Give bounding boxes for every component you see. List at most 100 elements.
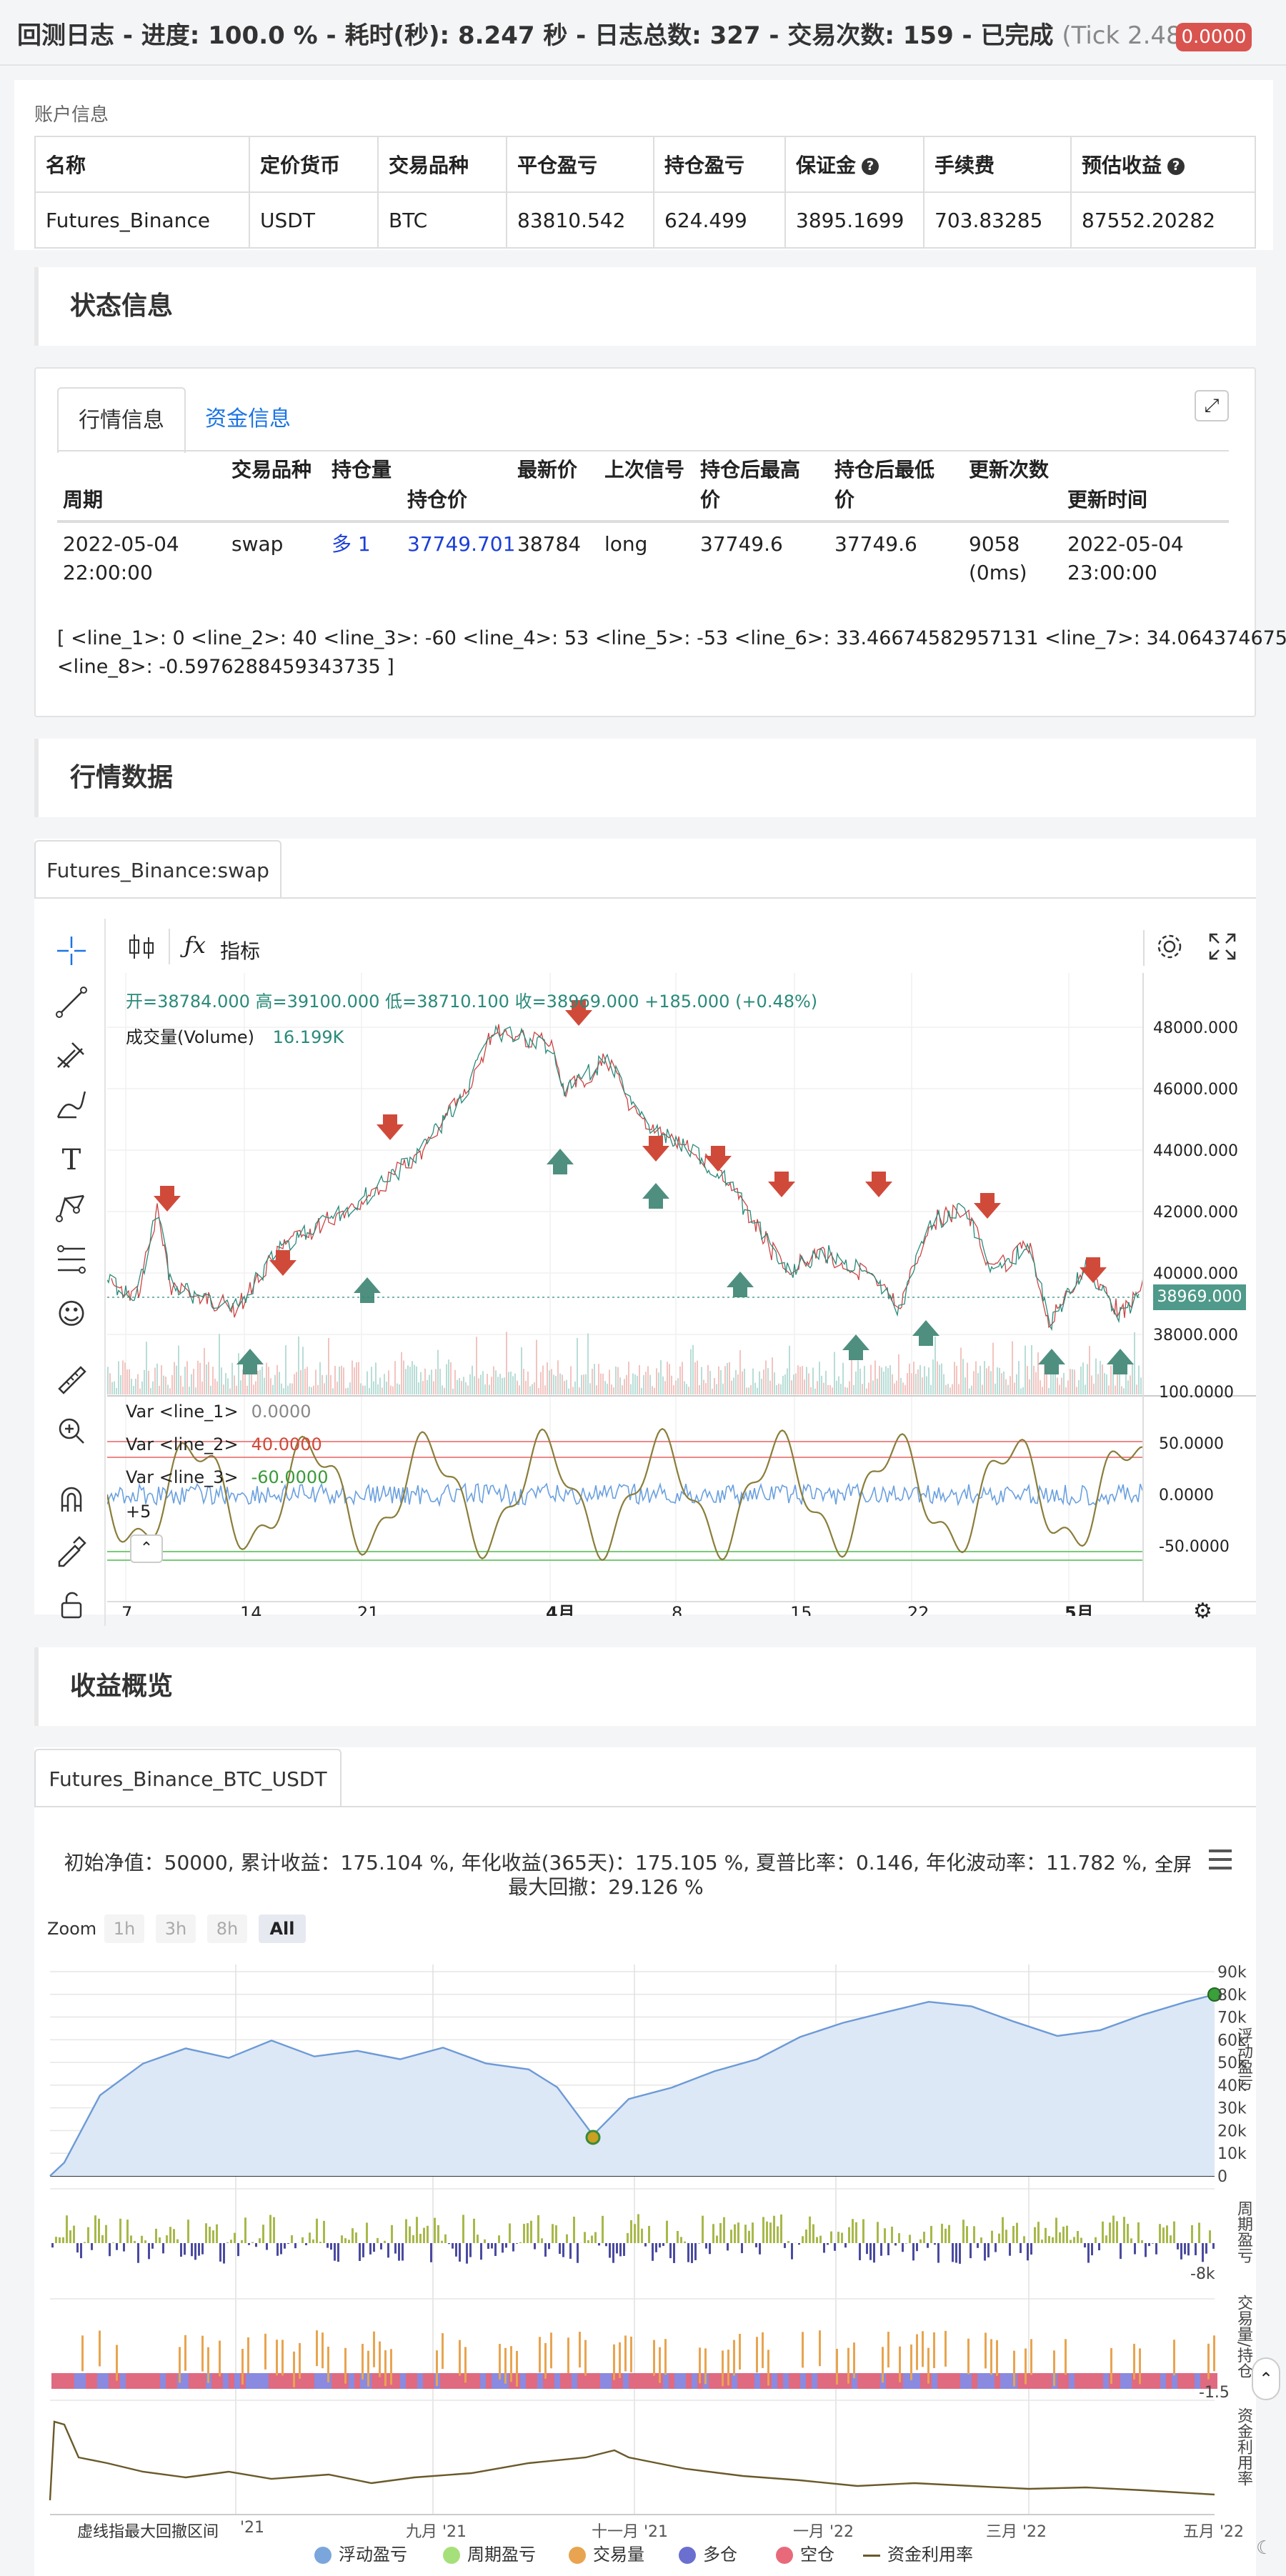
legend-long[interactable]: 多仓 [679,2540,737,2565]
position-bar [1177,2373,1183,2389]
fullscreen-button[interactable]: 全屏 [1155,1850,1192,1877]
volume-bar [759,1371,760,1394]
legend-floating-pnl[interactable]: 浮动盈亏 [314,2540,407,2565]
unlock-icon[interactable] [43,1587,100,1630]
volume-bar [182,1387,184,1394]
position-bar [760,2373,766,2389]
scroll-handle-icon[interactable]: ⌃ [1252,2357,1280,2400]
period-pnl-bar [387,2243,389,2258]
volume-bar [347,1387,349,1394]
pitchfork-icon[interactable] [43,1036,100,1079]
legend-trade-volume[interactable]: 交易量 [569,2540,644,2565]
period-pnl-bar [1195,2243,1197,2256]
volume-bar [255,1381,256,1394]
volume-bar [328,1338,329,1394]
tab-profit-symbol[interactable]: Futures_Binance_BTC_USDT [34,1749,342,1807]
volume-bar [926,1376,927,1394]
volume-bar [214,1378,216,1394]
period-pnl-bar [291,2235,293,2243]
period-pnl-bar [1048,2236,1050,2243]
lock-drawing-icon[interactable] [43,1533,100,1576]
volume-bar [1063,1372,1065,1394]
indicator-button[interactable]: 指标 [220,936,260,964]
trade-volume-bar [922,2331,924,2367]
volume-bar [474,1376,475,1394]
magnet-icon[interactable] [43,1482,100,1524]
time-settings-gear-icon[interactable]: ⚙ [1193,1599,1212,1624]
period-pnl-bar [566,2234,568,2243]
trade-volume-bar [247,2337,249,2373]
trade-volume-bar [436,2350,438,2387]
zoom-all-button[interactable]: All [259,1914,306,1943]
text-tool-icon[interactable]: T [43,1139,100,1182]
header-closed-pnl: 平仓盈亏 [506,136,654,193]
volume-bar [1025,1345,1026,1394]
zoom-in-icon[interactable] [43,1413,100,1456]
settings-gear-icon[interactable] [1153,930,1186,966]
tab-market-info[interactable]: 行情信息 [57,387,186,453]
period-pnl-bar [1187,2243,1190,2256]
cell-high-after: 37749.6 [700,532,783,556]
volume-bar [562,1374,563,1394]
help-icon[interactable]: ? [1167,158,1185,175]
volume-bar [566,1379,567,1394]
emoji-icon[interactable]: ☺ [43,1293,100,1336]
help-icon[interactable]: ? [862,158,879,175]
legend-short[interactable]: 空仓 [776,2540,834,2565]
fib-icon[interactable] [43,1242,100,1284]
period-pnl-bar [101,2235,104,2243]
more-indicators-count[interactable]: +5 [126,1502,151,1522]
indicator-fx-icon[interactable]: ƒx [184,932,206,959]
dark-mode-icon[interactable]: ☾ [1256,2537,1272,2559]
fullscreen-icon[interactable] [1207,932,1237,964]
expand-icon[interactable]: ⤢ [1195,390,1229,421]
tab-market-symbol[interactable]: Futures_Binance:swap [34,840,281,899]
position-bar [829,2373,834,2389]
period-pnl-bar [459,2243,461,2262]
collapse-legend-icon[interactable]: ⌃ [130,1534,163,1563]
max-drawdown-marker[interactable] [585,2130,601,2145]
position-bar [1143,2373,1149,2389]
zoom-3h-button[interactable]: 3h [156,1914,196,1943]
volume-bar [129,1369,130,1394]
position-bar [1046,2373,1052,2389]
zoom-8h-button[interactable]: 8h [207,1914,247,1943]
period-pnl-bar [759,2243,761,2255]
volume-bar [448,1359,449,1394]
period-pnl-bar [1134,2243,1136,2255]
period-pnl-bar [648,2225,650,2243]
legend-period-pnl[interactable]: 周期盈亏 [443,2540,536,2565]
menu-icon[interactable] [1207,1847,1233,1874]
volume-bar [236,1385,237,1394]
period-pnl-bar [334,2243,336,2261]
brush-icon[interactable] [43,1087,100,1130]
profit-charts[interactable]: 90k80k70k60k50k40k30k20k10k0-8k-1.5 [43,1957,1257,2572]
volume-bar [754,1382,756,1394]
trade-volume-bar [613,2344,615,2380]
legend-fund-util[interactable]: 资金利用率 [863,2540,973,2565]
period-pnl-bar [927,2243,929,2248]
crosshair-icon[interactable] [43,933,100,976]
position-bar [1029,2373,1035,2389]
tab-fund-info[interactable]: 资金信息 [194,387,301,451]
volume-bar [604,1381,606,1394]
candlestick-chart[interactable]: 48000.000 46000.000 44000.000 42000.000 4000… [107,973,1256,1616]
period-pnl-bar [773,2215,775,2243]
cell-updates: 9058 [969,532,1020,556]
volume-bar [457,1379,458,1394]
zoom-1h-button[interactable]: 1h [104,1914,144,1943]
period-pnl-bar [391,2225,393,2243]
position-bar [960,2373,966,2389]
position-bar [737,2373,743,2389]
volume-bar [167,1384,169,1394]
position-bar [446,2373,452,2389]
position-bar [251,2373,257,2389]
candle-type-icon[interactable] [126,929,157,964]
pattern-icon[interactable] [43,1190,100,1233]
ruler-icon[interactable] [43,1362,100,1404]
equity-tick: 80k [1217,1987,1247,2005]
cell-period-date: 2022-05-04 [63,532,179,556]
trend-line-icon[interactable] [43,984,100,1027]
cell-name: Futures_Binance [34,191,250,249]
period-pnl-bar [141,2235,143,2243]
